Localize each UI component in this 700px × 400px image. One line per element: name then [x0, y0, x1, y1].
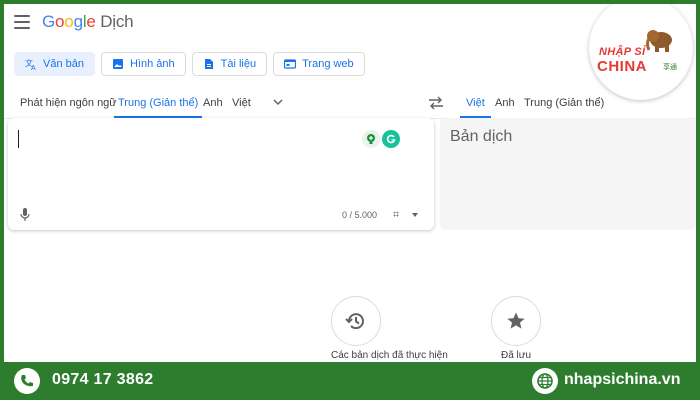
- web-icon: [284, 59, 297, 69]
- svg-text:A: A: [31, 65, 36, 70]
- mode-bar: 文A Văn bản Hình ảnh Tài liệu Trang web: [14, 52, 365, 76]
- brand-line2: CHINA: [597, 58, 647, 75]
- keyboard-chevron-icon[interactable]: [412, 213, 418, 217]
- chevron-down-icon[interactable]: [272, 96, 284, 108]
- brand-line1: NHẬP SỈ: [599, 46, 646, 58]
- language-bar: Phát hiện ngôn ngữ Trung (Giản thể) Anh …: [4, 88, 696, 119]
- translation-placeholder: Bản dịch: [450, 128, 513, 145]
- translate-window: Google Dịch 文A Văn bản Hình ảnh Tài liệu…: [4, 4, 696, 362]
- mode-document-label: Tài liệu: [220, 58, 257, 70]
- mode-website-button[interactable]: Trang web: [273, 52, 365, 76]
- source-lang-detect[interactable]: Phát hiện ngôn ngữ: [20, 88, 117, 118]
- brand-chinese: 享通: [663, 64, 677, 71]
- mode-text-label: Văn bản: [43, 58, 84, 70]
- mode-text-button[interactable]: 文A Văn bản: [14, 52, 95, 76]
- mode-image-label: Hình ảnh: [129, 58, 175, 70]
- app-logo[interactable]: Google Dịch: [42, 12, 134, 32]
- mode-document-button[interactable]: Tài liệu: [191, 52, 268, 76]
- logo-word: Google: [42, 12, 96, 31]
- mode-website-label: Trang web: [302, 58, 354, 70]
- history-label: Các bản dịch đã thực hiện: [331, 350, 448, 361]
- logo-product: Dịch: [100, 12, 134, 31]
- star-icon: [507, 312, 525, 329]
- translate-icon: 文A: [25, 58, 36, 70]
- microphone-icon[interactable]: [20, 208, 30, 222]
- footer-website: nhapsichina.vn: [564, 371, 681, 388]
- keyboard-icon[interactable]: ⌗: [393, 209, 399, 222]
- image-icon: [112, 59, 123, 69]
- elephant-icon: [646, 30, 672, 52]
- grammarly-icon[interactable]: [382, 130, 400, 148]
- globe-icon: [532, 368, 558, 394]
- saved-button[interactable]: [491, 296, 541, 346]
- mode-image-button[interactable]: Hình ảnh: [100, 52, 186, 76]
- footer-phone: 0974 17 3862: [52, 371, 154, 388]
- target-lang-english[interactable]: Anh: [495, 88, 515, 118]
- source-lang-vietnamese[interactable]: Việt: [232, 88, 251, 118]
- source-text-panel[interactable]: 0 / 5.000 ⌗: [8, 118, 434, 230]
- history-button[interactable]: [331, 296, 381, 346]
- saved-label: Đã lưu: [501, 350, 532, 361]
- character-counter: 0 / 5.000: [342, 210, 378, 220]
- swap-languages-icon[interactable]: [428, 96, 444, 110]
- text-cursor: [18, 130, 19, 148]
- brand-logo: NHẬP SỈ CHINA 享通: [589, 4, 693, 100]
- source-lang-chinese[interactable]: Trung (Giản thể): [114, 88, 203, 118]
- lightbulb-extension-icon[interactable]: [362, 130, 380, 148]
- phone-icon: [14, 368, 40, 394]
- footer-bar: 0974 17 3862 nhapsichina.vn: [0, 362, 700, 400]
- target-text-panel: Bản dịch: [440, 118, 696, 230]
- target-lang-chinese[interactable]: Trung (Giản thể): [524, 88, 604, 118]
- source-lang-english[interactable]: Anh: [203, 88, 223, 118]
- history-icon: [345, 313, 364, 330]
- document-icon: [204, 59, 213, 69]
- menu-icon[interactable]: [14, 15, 30, 29]
- target-lang-vietnamese[interactable]: Việt: [460, 88, 491, 118]
